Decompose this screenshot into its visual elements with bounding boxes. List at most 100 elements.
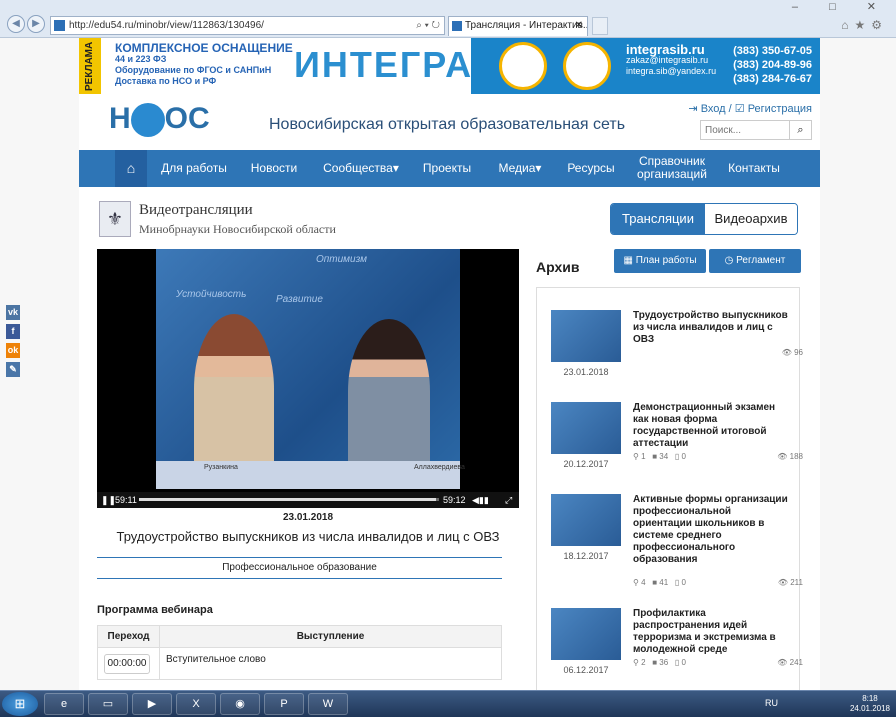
progress-bar[interactable] (139, 498, 439, 501)
archive-title[interactable]: Профилактика распространения идей террор… (633, 608, 791, 656)
section-subtitle: Минобрнауки Новосибирской области (139, 222, 336, 236)
system-clock[interactable]: 8:18 24.01.2018 (850, 694, 890, 714)
ad-phones: (383) 350-67-05 (383) 204-89-96 (383) 28… (733, 45, 812, 85)
archive-date: 18.12.2017 (563, 551, 609, 561)
menu-item-directory[interactable]: Справочник организаций (629, 150, 715, 187)
new-tab-button[interactable] (592, 17, 608, 35)
views-icon: 👁 (777, 658, 790, 667)
browser-tab[interactable]: Трансляция - Интерактив... ✕ (448, 16, 588, 36)
excel-taskbar-icon[interactable]: X (176, 693, 216, 715)
grid-icon: ▦ (623, 255, 636, 266)
page: РЕКЛАМА КОМПЛЕКСНОЕ ОСНАЩЕНИЕ 44 и 223 Ф… (79, 38, 820, 690)
tab-favicon-icon (452, 21, 462, 31)
powerpoint-taskbar-icon[interactable]: P (264, 693, 304, 715)
tab-live[interactable]: Трансляции (611, 204, 705, 234)
social-ok-icon[interactable]: ok (6, 343, 20, 358)
archive-thumbnail[interactable] (551, 310, 621, 362)
back-button[interactable]: ◀ (7, 15, 25, 33)
plan-button[interactable]: ▦ План работы (614, 249, 706, 273)
site-logo[interactable]: Н ОС (109, 102, 210, 138)
menu-item-media[interactable]: Медиа▾ (487, 150, 553, 187)
start-button[interactable]: ⊞ (2, 692, 38, 716)
page-background-right (820, 38, 896, 690)
ie-taskbar-icon[interactable]: e (44, 693, 84, 715)
archive-thumbnail[interactable] (551, 494, 621, 546)
menu-item-projects[interactable]: Проекты (415, 150, 479, 187)
archive-stats: ⚲ 1 ■ 34 ▯ 0 👁 188 (633, 452, 803, 461)
seek-time-button[interactable]: 00:00:00 (104, 653, 150, 674)
ad-text: КОМПЛЕКСНОЕ ОСНАЩЕНИЕ 44 и 223 ФЗ Оборуд… (115, 41, 293, 86)
archive-date: 06.12.2017 (563, 665, 609, 675)
home-icon[interactable]: ⌂ (115, 150, 147, 187)
tab-archive[interactable]: Видеоархив (705, 204, 797, 234)
overlay-word: Устойчивость (176, 289, 247, 300)
window-controls[interactable]: – □ ✕ (792, 0, 890, 13)
progress-fill (139, 498, 436, 501)
tab-close-icon[interactable]: ✕ (575, 17, 583, 35)
toys-icon (499, 42, 547, 90)
forward-button[interactable]: ▶ (27, 15, 45, 33)
ad-site: integrasib.ru zakaz@integrasib.ru integr… (626, 42, 717, 76)
player-controls: ❚❚ 59:11 59:12 ◀▮▮ ⤢ (97, 492, 519, 508)
search-input[interactable] (701, 121, 789, 139)
pin-icon: ⚲ (633, 452, 642, 461)
video-title: Трудоустройство выпускников из числа инв… (116, 529, 500, 544)
archive-date: 23.01.2018 (563, 367, 609, 377)
menu-item-news[interactable]: Новости (241, 150, 307, 187)
speaker-right (348, 319, 430, 464)
media-taskbar-icon[interactable]: ▶ (132, 693, 172, 715)
views-icon: 👁 (777, 452, 790, 461)
site-title: Новосибирская открытая образовательная с… (269, 116, 626, 133)
fullscreen-icon[interactable]: ⤢ (505, 492, 512, 508)
social-share-icon[interactable]: ✎ (6, 362, 20, 377)
menu-item-communities[interactable]: Сообщества▾ (315, 150, 407, 187)
archive-thumbnail[interactable] (551, 402, 621, 454)
clock-icon: ◷ (724, 255, 737, 266)
talk-title: Вступительное слово (159, 647, 502, 680)
ad-label: РЕКЛАМА (79, 38, 101, 94)
address-bar[interactable]: http://edu54.ru/minobr/view/112863/13049… (50, 16, 445, 35)
browser-toolbar: ◀ ▶ http://edu54.ru/minobr/view/112863/1… (0, 0, 896, 38)
archive-title[interactable]: Демонстрационный экзамен как новая форма… (633, 402, 791, 450)
globe-icon (130, 103, 165, 138)
archive-stats: ⚲ 4 ■ 41 ▯ 0 👁 211 (633, 578, 803, 587)
view-tabs: Трансляции Видеоархив (610, 203, 798, 235)
address-tools-icon[interactable]: ⌕ ▾ ↻ (416, 17, 440, 34)
archive-title[interactable]: Трудоустройство выпускников из числа инв… (633, 310, 791, 346)
social-vk-icon[interactable]: vk (6, 305, 20, 320)
rules-button[interactable]: ◷ Регламент (709, 249, 801, 273)
menu-item-contacts[interactable]: Контакты (721, 150, 787, 187)
video-frame[interactable]: Устойчивость Развитие Оптимизм Рузанкина… (156, 249, 465, 489)
video-player[interactable]: Устойчивость Развитие Оптимизм Рузанкина… (97, 249, 519, 508)
search-icon[interactable]: ⌕ (789, 121, 811, 139)
program-table: Переход Выступление 00:00:00 Вступительно… (97, 625, 502, 680)
ad-banner[interactable]: РЕКЛАМА КОМПЛЕКСНОЕ ОСНАЩЕНИЕ 44 и 223 Ф… (79, 38, 820, 94)
pause-icon[interactable]: ❚❚ (101, 492, 116, 508)
archive-title[interactable]: Активные формы организации профессиональ… (633, 494, 791, 566)
time-current: 59:11 (115, 495, 137, 505)
caption-right: Аллахвердиева (414, 464, 465, 471)
login-link[interactable]: Вход (701, 103, 726, 115)
register-link[interactable]: Регистрация (748, 103, 812, 115)
menu-item-work[interactable]: Для работы (157, 150, 231, 187)
volume-icon[interactable]: ◀▮▮ (472, 492, 489, 508)
social-facebook-icon[interactable]: f (6, 324, 20, 339)
ad-contacts-panel: integrasib.ru zakaz@integrasib.ru integr… (471, 38, 820, 94)
video-category[interactable]: Профессиональное образование (97, 557, 502, 579)
archive-thumbnail[interactable] (551, 608, 621, 660)
url-text: http://edu54.ru/minobr/view/112863/13049… (69, 20, 264, 31)
search-box: ⌕ (700, 120, 812, 140)
word-taskbar-icon[interactable]: W (308, 693, 348, 715)
time-total: 59:12 (443, 495, 466, 505)
program-heading: Программа вебинара (97, 604, 213, 616)
archive-list: 23.01.2018 Трудоустройство выпускников и… (536, 287, 803, 690)
coat-of-arms-icon: ⚜ (99, 201, 131, 237)
menu-item-resources[interactable]: Ресурсы (559, 150, 623, 187)
pin-icon: ⚲ (633, 658, 642, 667)
chrome-taskbar-icon[interactable]: ◉ (220, 693, 260, 715)
explorer-taskbar-icon[interactable]: ▭ (88, 693, 128, 715)
section-title: Видеотрансляции (139, 202, 253, 218)
ie-toolbar-icons[interactable]: ⌂★⚙ (841, 18, 888, 32)
language-indicator[interactable]: RU (765, 698, 778, 708)
table-row: 00:00:00 Вступительное слово (97, 647, 502, 680)
